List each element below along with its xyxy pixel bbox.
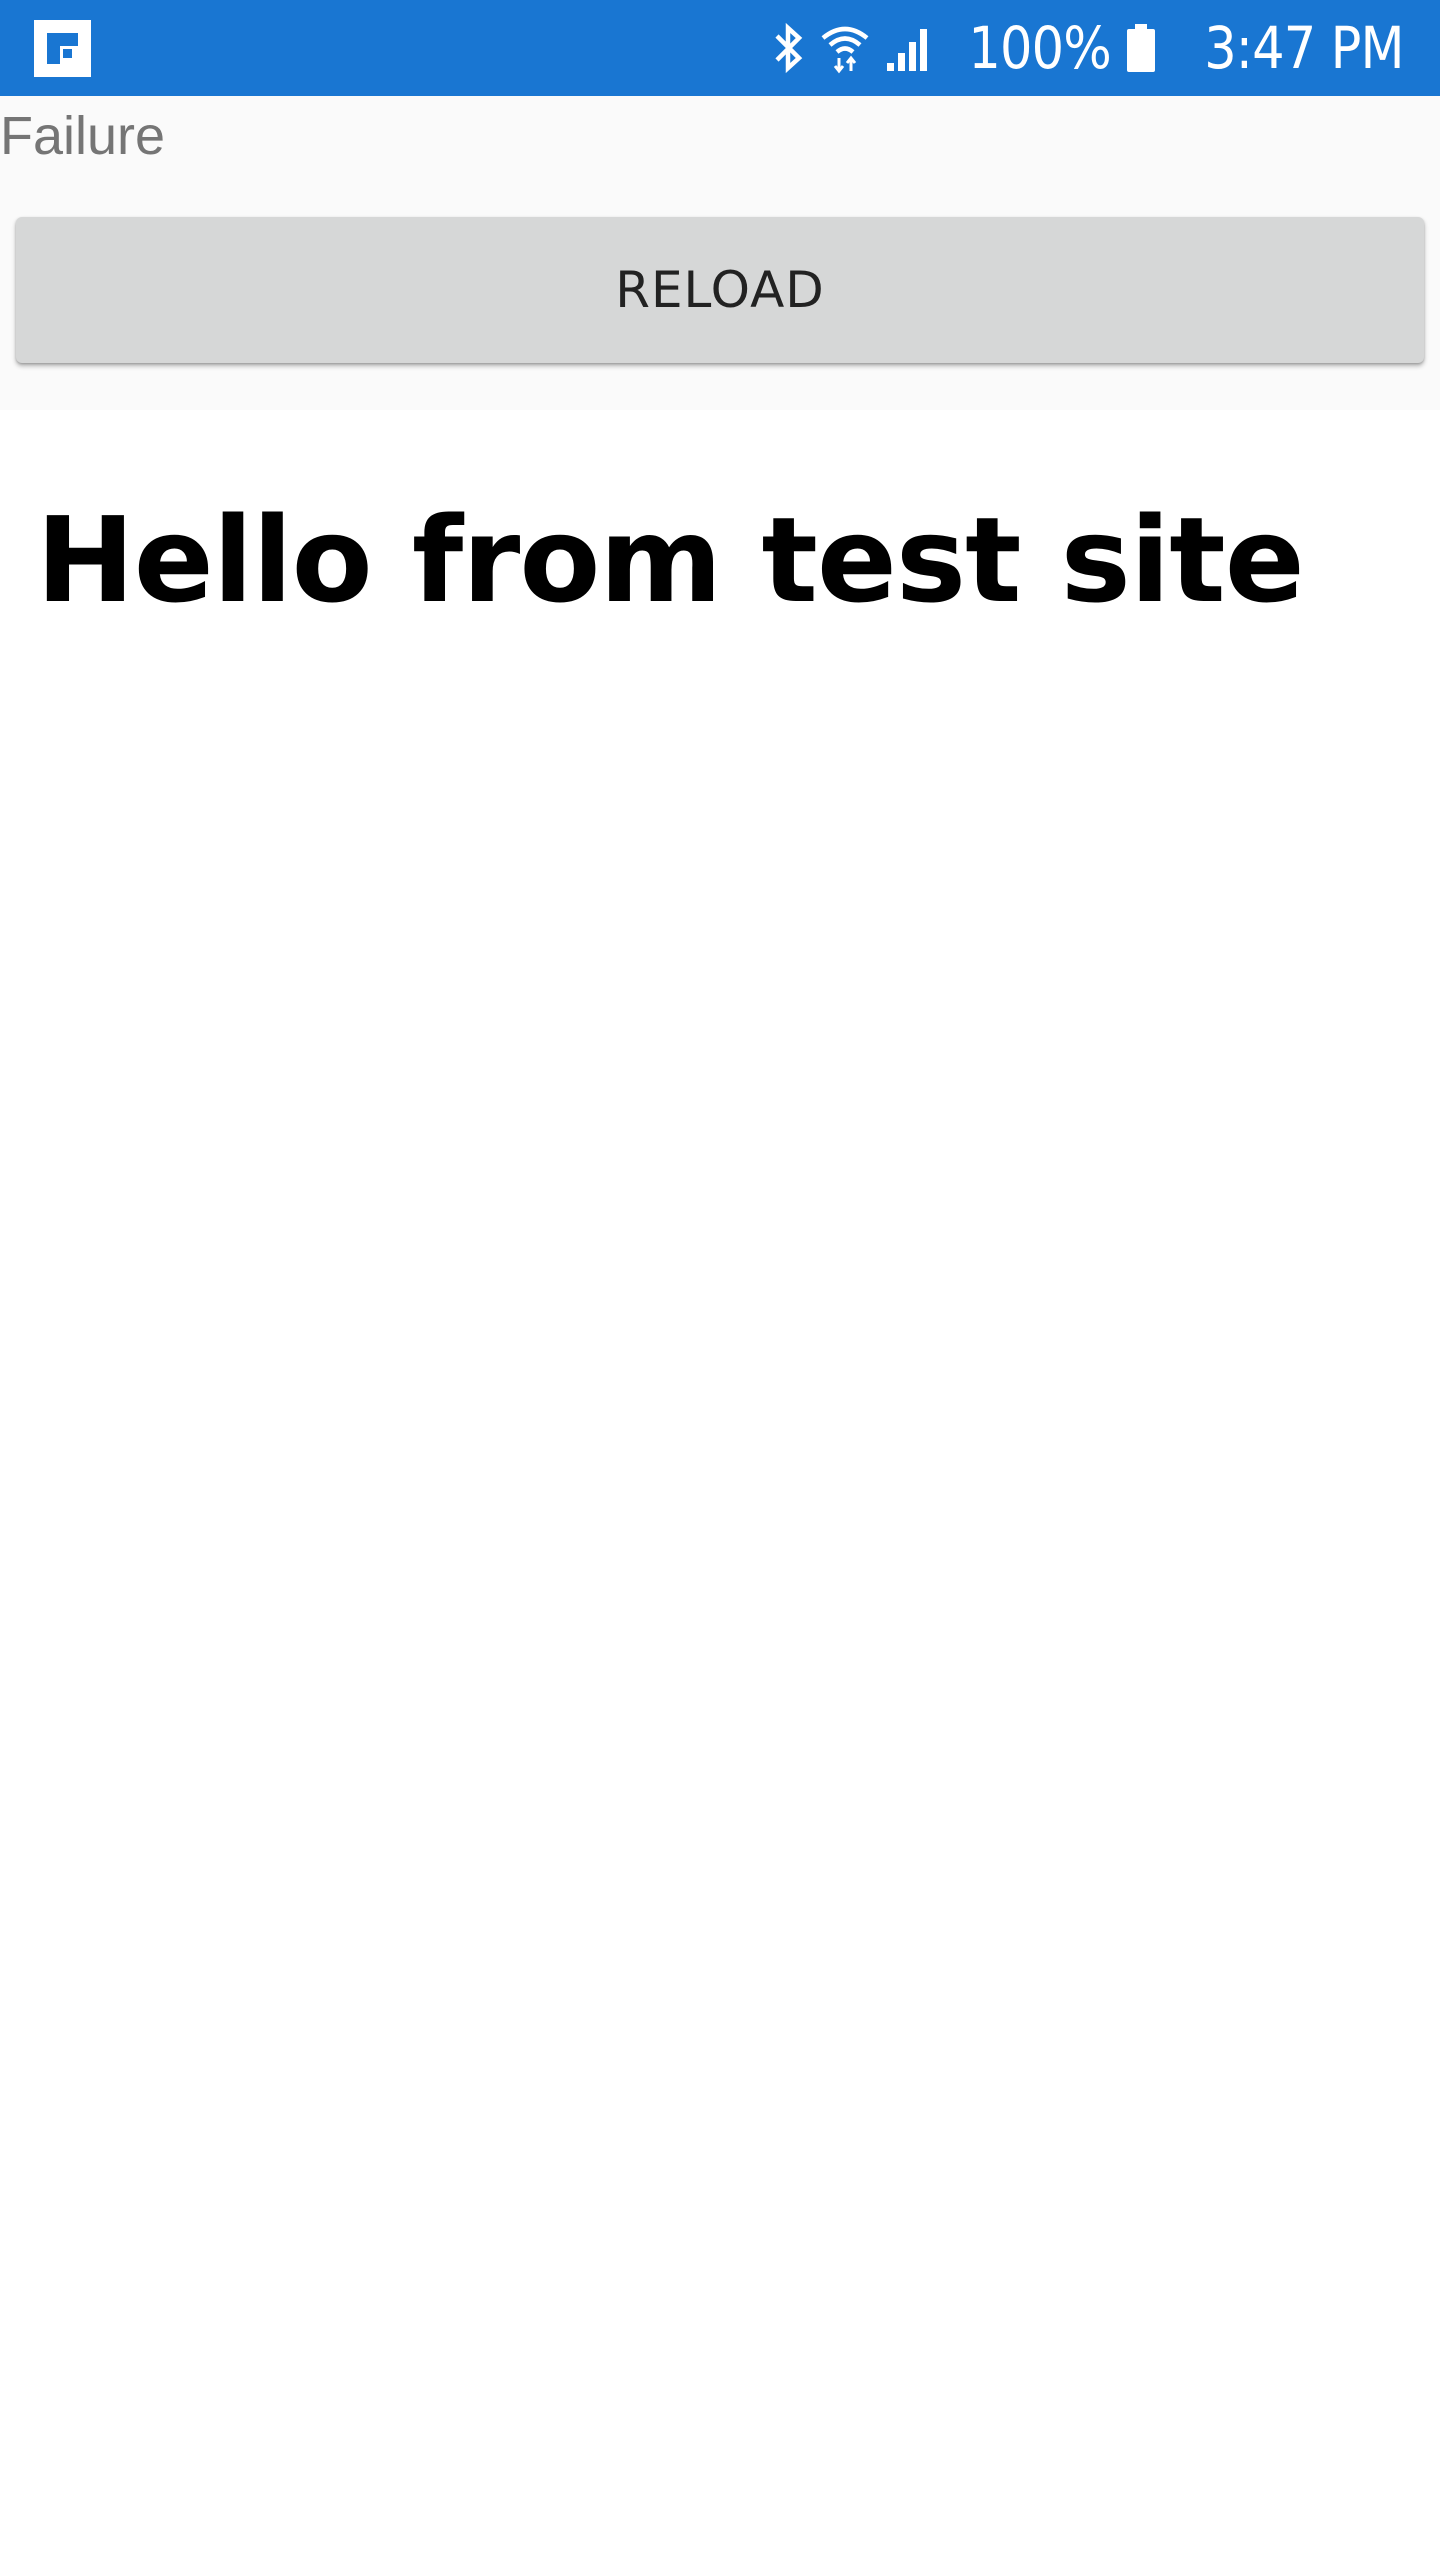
status-clock: 3:47 PM	[1204, 14, 1405, 82]
bluetooth-icon	[775, 22, 803, 74]
wifi-icon	[822, 26, 869, 74]
app-notification-icon	[34, 20, 91, 77]
load-status-text: Failure	[0, 106, 166, 166]
status-icons: 100% 3:47 PM	[771, 0, 1405, 96]
reload-button[interactable]: RELOAD	[16, 217, 1424, 363]
status-bar: 100% 3:47 PM	[0, 0, 1440, 96]
battery-icon	[1127, 24, 1156, 72]
page-heading: Hello from test site	[36, 491, 1305, 629]
signal-icon	[887, 29, 928, 71]
battery-percent: 100%	[968, 14, 1112, 82]
webview-content	[0, 410, 1440, 2560]
